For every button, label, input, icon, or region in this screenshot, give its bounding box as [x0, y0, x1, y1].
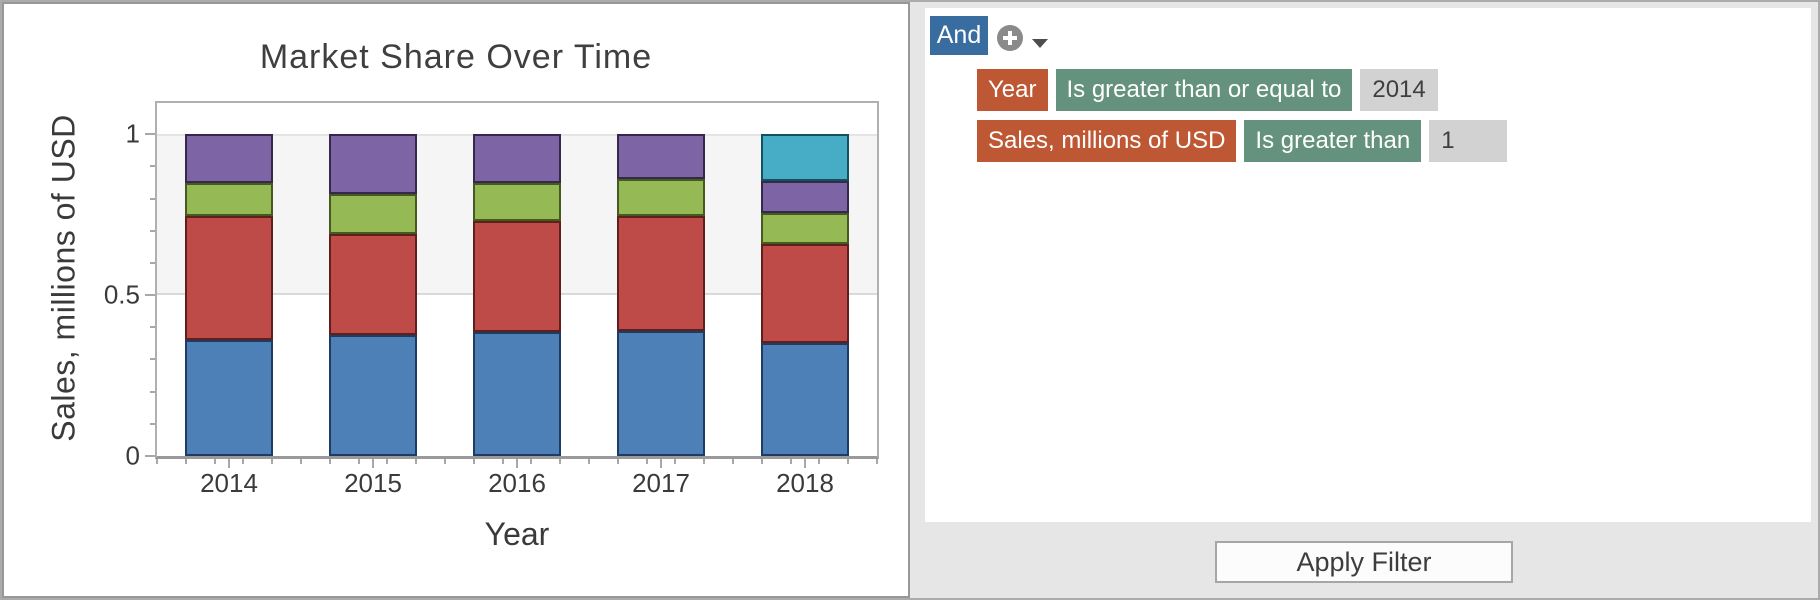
x-axis-minor-tick [415, 459, 418, 464]
x-axis-title: Year [484, 516, 550, 552]
chevron-down-icon[interactable] [1032, 39, 1048, 48]
filter-field-chip[interactable]: Year [977, 69, 1048, 111]
bar-segment-blue-segment[interactable] [185, 340, 273, 456]
x-axis-major-tick [660, 459, 662, 468]
chart-title: Market Share Over Time [259, 38, 653, 76]
y-tick-label: 0 [125, 440, 140, 471]
bar-segment-green-segment[interactable] [329, 193, 417, 235]
y-axis-minor-tick [150, 390, 155, 393]
bar-segment-green-segment[interactable] [185, 182, 273, 217]
x-axis-minor-tick [847, 459, 850, 464]
x-axis-minor-tick [789, 459, 792, 464]
bar-segment-red-segment[interactable] [473, 221, 561, 333]
x-axis-minor-tick [156, 459, 158, 464]
y-axis-minor-tick [150, 358, 155, 361]
x-axis-minor-tick [501, 459, 504, 464]
y-axis-minor-tick [150, 197, 155, 200]
bar-segment-red-segment[interactable] [329, 234, 417, 336]
filter-operator-chip[interactable]: Is greater than [1244, 120, 1422, 162]
y-axis-minor-tick [150, 229, 155, 232]
bar-segment-green-segment[interactable] [473, 182, 561, 222]
x-axis-minor-tick [616, 459, 619, 464]
x-tick-label: 2015 [344, 468, 402, 498]
bar-segment-purple-segment[interactable] [473, 134, 561, 183]
x-axis-minor-tick [357, 459, 360, 464]
x-axis-minor-tick [588, 459, 590, 464]
bar-segment-purple-segment[interactable] [617, 134, 705, 180]
x-axis-minor-tick [645, 459, 648, 464]
x-axis-minor-tick [242, 459, 245, 464]
x-tick-label: 2017 [632, 468, 690, 498]
bar-segment-blue-segment[interactable] [473, 332, 561, 456]
chart-panel: Market Share Over Time Sales, millions o… [2, 2, 910, 598]
x-tick-label: 2016 [488, 468, 546, 498]
x-axis-minor-tick [271, 459, 274, 464]
bar-segment-cyan-segment[interactable] [761, 134, 849, 181]
x-axis-minor-tick [559, 459, 562, 464]
filter-condition-row: Sales, millions of USD Is greater than 1 [977, 120, 1508, 162]
x-axis-minor-tick [386, 459, 389, 464]
x-axis-major-tick [228, 459, 230, 468]
x-axis-minor-tick [213, 459, 216, 464]
x-axis-minor-tick [703, 459, 706, 464]
x-axis-minor-tick [184, 459, 187, 464]
x-axis-minor-tick [876, 459, 878, 464]
app-window: Market Share Over Time Sales, millions o… [0, 0, 1820, 600]
x-axis-minor-tick [472, 459, 475, 464]
x-axis-minor-tick [300, 459, 302, 464]
x-axis-major-tick [372, 459, 374, 468]
plus-circle-icon[interactable] [997, 25, 1023, 51]
and-button[interactable]: And [930, 16, 988, 55]
bar-segment-red-segment[interactable] [761, 243, 849, 344]
x-axis-minor-tick [444, 459, 446, 464]
plot-area[interactable] [145, 101, 879, 468]
y-axis-major-tick [145, 133, 155, 136]
x-tick-label: 2014 [200, 468, 258, 498]
filter-card: And Year Is greater than or equal to 201… [925, 8, 1811, 522]
filter-operator-chip[interactable]: Is greater than or equal to [1055, 69, 1353, 111]
bar-segment-green-segment[interactable] [617, 179, 705, 217]
x-axis-minor-tick [760, 459, 763, 464]
y-axis-minor-tick [150, 422, 155, 425]
filter-region: And Year Is greater than or equal to 201… [910, 2, 1818, 598]
x-tick-label: 2018 [776, 468, 834, 498]
x-axis-major-tick [516, 459, 518, 468]
bar-segment-purple-segment[interactable] [185, 134, 273, 183]
bar-segment-purple-segment[interactable] [761, 180, 849, 214]
filter-value-chip[interactable]: 2014 [1360, 69, 1439, 111]
y-axis-title: Sales, millions of USD [45, 114, 82, 442]
y-axis-minor-tick [150, 165, 155, 168]
y-axis-minor-tick [150, 326, 155, 329]
y-tick-label: 1 [125, 118, 140, 149]
bar-segment-purple-segment[interactable] [329, 134, 417, 194]
y-axis-major-tick [145, 455, 155, 457]
bar-segment-blue-segment[interactable] [329, 335, 417, 456]
x-axis-minor-tick [732, 459, 734, 464]
x-axis-major-tick [804, 459, 806, 468]
y-tick-label: 0.5 [103, 279, 140, 310]
x-axis-minor-tick [530, 459, 533, 464]
bar-segment-red-segment[interactable] [185, 216, 273, 341]
apply-filter-button[interactable]: Apply Filter [1215, 541, 1513, 583]
filter-value-chip[interactable]: 1 [1429, 120, 1508, 162]
filter-field-chip[interactable]: Sales, millions of USD [977, 120, 1237, 162]
y-axis-minor-tick [150, 261, 155, 264]
bar-segment-green-segment[interactable] [761, 213, 849, 244]
bar-segment-red-segment[interactable] [617, 216, 705, 331]
x-axis-minor-tick [674, 459, 677, 464]
x-axis-minor-tick [818, 459, 821, 464]
bar-segment-blue-segment[interactable] [761, 343, 849, 456]
y-axis-major-tick [145, 294, 155, 297]
filter-condition-row: Year Is greater than or equal to 2014 [977, 69, 1439, 111]
bar-segment-blue-segment[interactable] [617, 330, 705, 456]
x-axis-minor-tick [328, 459, 331, 464]
